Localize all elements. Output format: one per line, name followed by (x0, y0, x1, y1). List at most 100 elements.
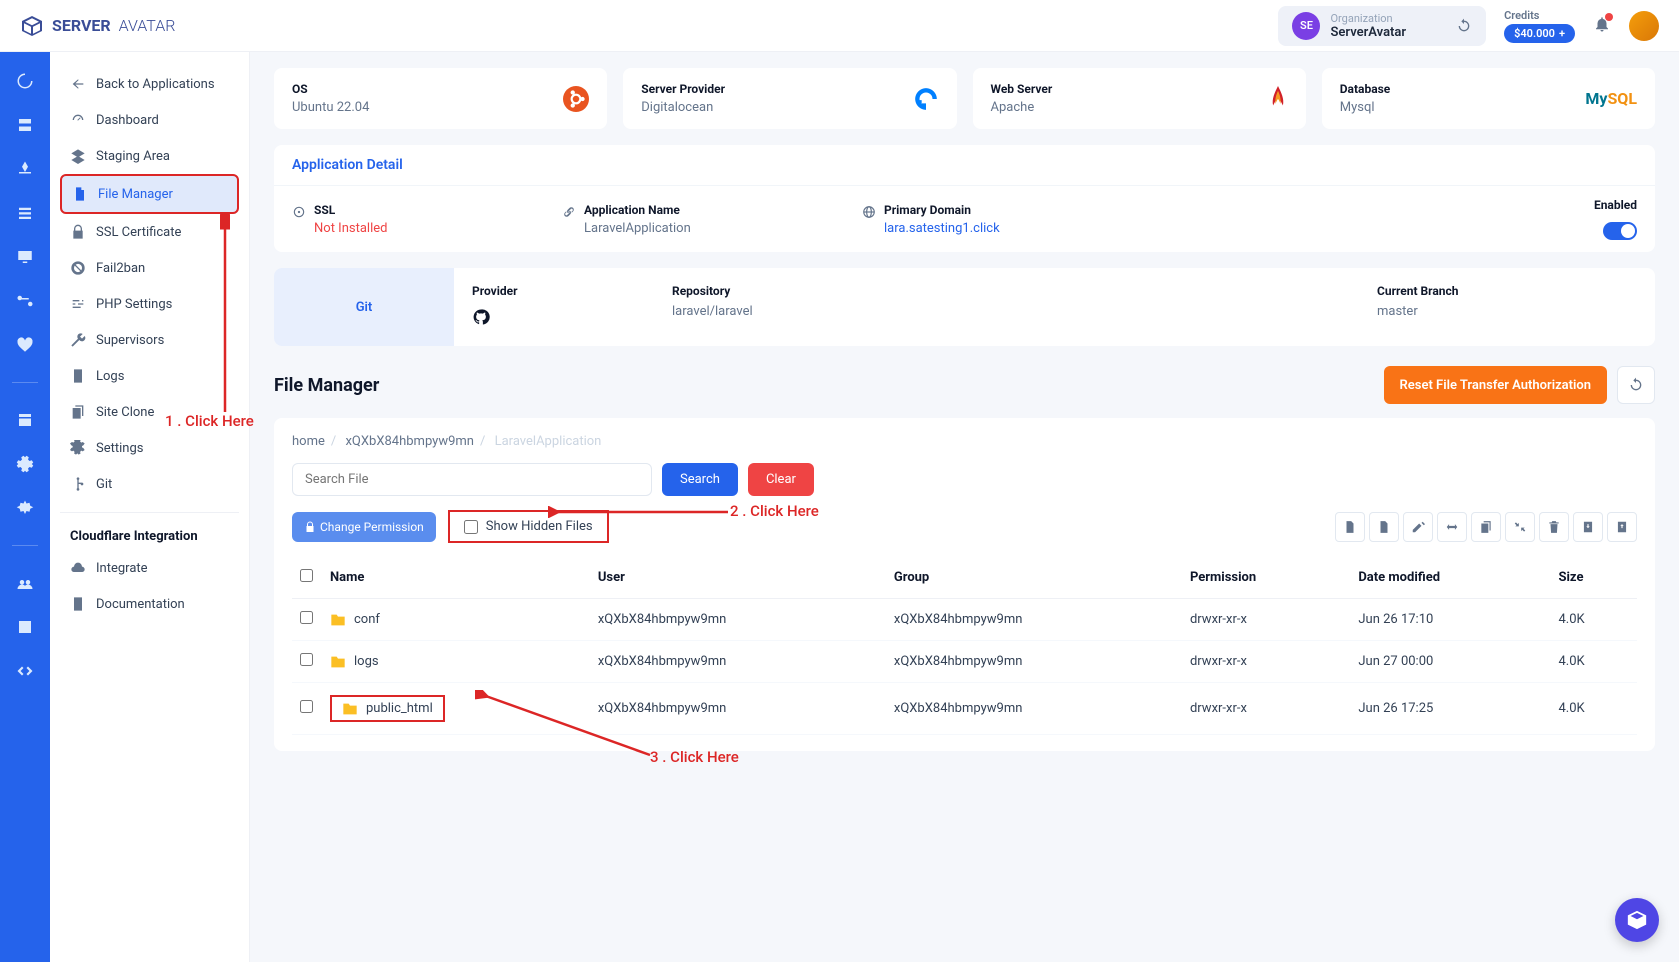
user-avatar[interactable] (1629, 11, 1659, 41)
brand-logo[interactable]: SERVERAVATAR (20, 14, 175, 38)
new-folder-button[interactable] (1369, 512, 1399, 542)
notifications-bell[interactable] (1593, 15, 1611, 37)
org-label: Organization (1330, 12, 1406, 25)
table-row[interactable]: public_html xQXbX84hbmpyw9mn xQXbX84hbmp… (292, 683, 1637, 735)
sidebar-dashboard[interactable]: Dashboard (60, 102, 239, 138)
git-tab[interactable]: Git (274, 268, 454, 346)
col-size: Size (1550, 557, 1637, 599)
git-icon (70, 476, 86, 492)
enabled-toggle[interactable] (1603, 222, 1637, 240)
breadcrumb-home[interactable]: home (292, 434, 325, 449)
public-html-highlight: public_html (330, 695, 445, 722)
org-badge: SE (1292, 12, 1320, 40)
code-mini-icon[interactable] (16, 662, 34, 680)
hidden-files-input[interactable] (464, 520, 478, 534)
search-input[interactable] (292, 463, 652, 496)
ubuntu-icon (563, 86, 589, 112)
sidebar-php[interactable]: PHP Settings (60, 286, 239, 322)
new-file-button[interactable] (1335, 512, 1365, 542)
main-content: OS Ubuntu 22.04 Server Provider Digitalo… (250, 52, 1679, 962)
window-mini-icon[interactable] (16, 411, 34, 429)
dashboard-mini-icon[interactable] (16, 72, 34, 90)
billing-mini-icon[interactable] (16, 618, 34, 636)
settings-mini-icon[interactable] (16, 499, 34, 517)
logo-icon (20, 14, 44, 38)
sidebar-file-manager[interactable]: File Manager (60, 174, 239, 214)
sidebar-integrate[interactable]: Integrate (60, 550, 239, 586)
sidebar: Back to Applications Dashboard Staging A… (50, 52, 250, 962)
document-icon (70, 368, 86, 384)
cloud-icon (70, 560, 86, 576)
show-hidden-checkbox[interactable]: Show Hidden Files (448, 510, 609, 543)
refresh-icon (1628, 377, 1644, 393)
change-permission-button[interactable]: Change Permission (292, 512, 436, 542)
edit-button[interactable] (1403, 512, 1433, 542)
apps-mini-icon[interactable] (16, 160, 34, 178)
table-row[interactable]: logs xQXbX84hbmpyw9mn xQXbX84hbmpyw9mn d… (292, 641, 1637, 683)
sliders-icon (70, 296, 86, 312)
lock-icon (70, 224, 86, 240)
file-table: Name User Group Permission Date modified… (292, 557, 1637, 735)
copy-button[interactable] (1471, 512, 1501, 542)
mini-sidebar (0, 52, 50, 962)
gear-icon (70, 440, 86, 456)
sidebar-staging[interactable]: Staging Area (60, 138, 239, 174)
sidebar-docs[interactable]: Documentation (60, 586, 239, 622)
card-provider-value: Digitalocean (641, 100, 725, 115)
team-mini-icon[interactable] (16, 574, 34, 592)
sidebar-supervisors[interactable]: Supervisors (60, 322, 239, 358)
sidebar-back[interactable]: Back to Applications (60, 66, 239, 102)
heart-mini-icon[interactable] (16, 336, 34, 354)
breadcrumb-user[interactable]: xQXbX84hbmpyw9mn (345, 434, 474, 449)
git-provider-label: Provider (472, 284, 672, 298)
col-group: Group (886, 557, 1182, 599)
sidebar-site-clone[interactable]: Site Clone (60, 394, 239, 430)
search-button[interactable]: Search (662, 463, 738, 496)
sidebar-logs[interactable]: Logs (60, 358, 239, 394)
delete-button[interactable] (1539, 512, 1569, 542)
help-fab[interactable] (1615, 898, 1659, 942)
credits-value-pill[interactable]: $40.000 + (1504, 24, 1575, 43)
topbar: SERVERAVATAR SE Organization ServerAvata… (0, 0, 1679, 52)
compress-button[interactable] (1505, 512, 1535, 542)
ssl-label: SSL (314, 203, 387, 217)
refresh-icon[interactable] (1456, 18, 1472, 34)
sidebar-settings[interactable]: Settings (60, 430, 239, 466)
clear-button[interactable]: Clear (748, 463, 814, 496)
sidebar-git[interactable]: Git (60, 466, 239, 502)
row-checkbox[interactable] (300, 700, 313, 713)
gear-mini-icon[interactable] (16, 455, 34, 473)
sidebar-ssl[interactable]: SSL Certificate (60, 214, 239, 250)
app-detail-card: Application Detail SSL Not Installed App… (274, 145, 1655, 252)
card-os: OS Ubuntu 22.04 (274, 68, 607, 129)
arrow-left-icon (70, 76, 86, 92)
refresh-button[interactable] (1617, 366, 1655, 404)
appname-value: LaravelApplication (584, 221, 691, 236)
book-icon (70, 596, 86, 612)
enabled-label: Enabled (1594, 198, 1637, 212)
gauge-icon (70, 112, 86, 128)
sidebar-fail2ban[interactable]: Fail2ban (60, 250, 239, 286)
col-date: Date modified (1350, 557, 1550, 599)
network-mini-icon[interactable] (16, 292, 34, 310)
org-selector[interactable]: SE Organization ServerAvatar (1278, 6, 1486, 46)
table-row[interactable]: conf xQXbX84hbmpyw9mn xQXbX84hbmpyw9mn d… (292, 599, 1637, 641)
download-button[interactable] (1573, 512, 1603, 542)
select-all-checkbox[interactable] (300, 569, 313, 582)
github-icon (472, 308, 490, 326)
lock-small-icon (304, 521, 316, 533)
domain-label: Primary Domain (884, 203, 1000, 217)
fm-title: File Manager (274, 375, 379, 396)
reset-authorization-button[interactable]: Reset File Transfer Authorization (1384, 366, 1607, 404)
domain-value[interactable]: lara.satesting1.click (884, 221, 1000, 236)
row-checkbox[interactable] (300, 611, 313, 624)
upload-button[interactable] (1607, 512, 1637, 542)
monitor-mini-icon[interactable] (16, 248, 34, 266)
mini-separator (12, 382, 38, 383)
list-mini-icon[interactable] (16, 204, 34, 222)
move-button[interactable] (1437, 512, 1467, 542)
row-checkbox[interactable] (300, 653, 313, 666)
servers-mini-icon[interactable] (16, 116, 34, 134)
breadcrumb-app: LaravelApplication (495, 434, 602, 449)
git-branch-label: Current Branch (1377, 284, 1637, 298)
